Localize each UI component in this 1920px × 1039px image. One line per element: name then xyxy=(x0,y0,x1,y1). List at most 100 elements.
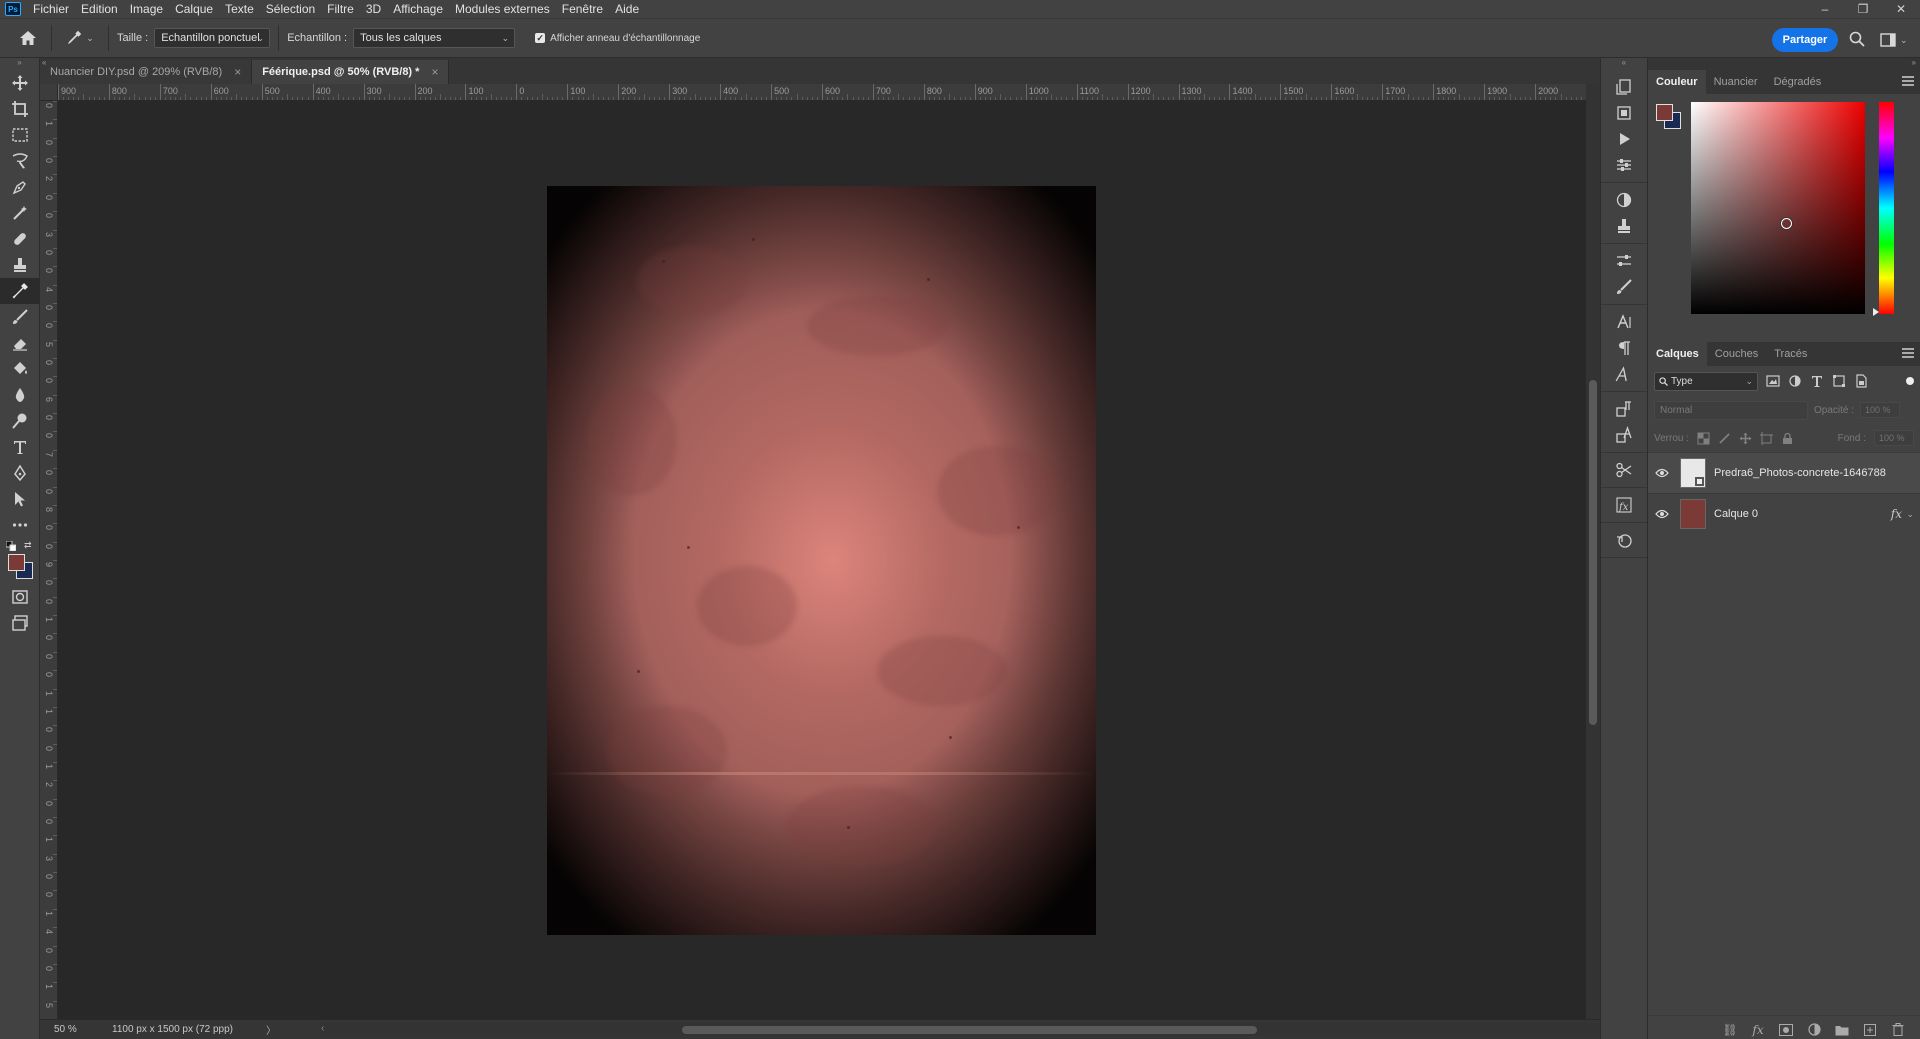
smart-object-filter-icon[interactable] xyxy=(1854,374,1868,388)
horizontal-ruler[interactable]: 900 800 700 600 500 400 300 200 100 0 100 200 300 400… xyxy=(58,84,1586,101)
tab-couleur[interactable]: Couleur xyxy=(1648,70,1706,94)
menu-fichier[interactable]: Fichier xyxy=(27,0,75,18)
layer-filter-type-select[interactable]: Type ⌄ xyxy=(1654,371,1758,391)
quick-mask-button[interactable] xyxy=(0,584,40,610)
adjustment-layer-filter-icon[interactable] xyxy=(1788,374,1802,388)
tool-presets-panel-button[interactable] xyxy=(1601,457,1647,483)
scroll-left-icon[interactable]: ‹ xyxy=(321,1023,324,1034)
opacity-field[interactable]: 100 % xyxy=(1860,402,1901,418)
foreground-color-swatch[interactable] xyxy=(8,554,25,571)
tab-calques[interactable]: Calques xyxy=(1648,342,1707,366)
canvas-area[interactable] xyxy=(58,101,1586,1019)
glyphs-panel-button[interactable] xyxy=(1601,361,1647,387)
dodge-tool[interactable] xyxy=(0,408,40,434)
horizontal-scrollbar[interactable]: ‹ › xyxy=(320,1023,1620,1036)
eyedropper-tool[interactable] xyxy=(0,278,40,304)
vertical-ruler[interactable]: 0 1 0 0 2 0 0 3 0 0 4 0 0 5 0 0 6 0 0 7 0 0 8 0 0 9 0 0 1 0 0 0 1 1 0 0 1 2 0 0… xyxy=(40,101,58,1019)
visibility-toggle[interactable] xyxy=(1648,468,1676,478)
pen-selection-tool[interactable] xyxy=(0,174,40,200)
character-panel-button[interactable] xyxy=(1601,309,1647,335)
menu-filtre[interactable]: Filtre xyxy=(321,0,360,18)
menu-3d[interactable]: 3D xyxy=(360,0,387,18)
magic-wand-tool[interactable] xyxy=(0,200,40,226)
delete-layer-icon[interactable] xyxy=(1890,1022,1906,1038)
lock-position-icon[interactable] xyxy=(1739,432,1752,445)
tab-nuancier[interactable]: Nuancier xyxy=(1706,70,1766,94)
screen-mode-button[interactable] xyxy=(0,610,40,636)
show-sampling-ring-option[interactable]: ✓ Afficher anneau d'échantillonnage xyxy=(535,33,700,44)
brush-settings-panel-button[interactable] xyxy=(1601,248,1647,274)
styles-panel-button[interactable]: fx xyxy=(1601,492,1647,518)
vertical-scrollbar-thumb[interactable] xyxy=(1589,380,1597,725)
type-tool[interactable] xyxy=(0,434,40,460)
menu-edition[interactable]: Edition xyxy=(75,0,124,18)
close-icon[interactable]: × xyxy=(234,65,241,79)
ruler-origin[interactable] xyxy=(40,84,58,101)
minimize-button[interactable]: – xyxy=(1806,0,1844,18)
layer-row[interactable]: Predra6_Photos-concrete-1646788 xyxy=(1648,452,1920,493)
pen-tool[interactable] xyxy=(0,460,40,486)
filter-toggle[interactable] xyxy=(1906,377,1914,385)
sample-size-select[interactable]: Echantillon ponctuel ⌄ xyxy=(154,28,271,48)
link-layers-icon[interactable]: ⛓ xyxy=(1722,1022,1738,1038)
learn-panel-button[interactable] xyxy=(1601,527,1647,553)
search-button[interactable] xyxy=(1848,30,1868,50)
paragraph-styles-panel-button[interactable] xyxy=(1601,396,1647,422)
paint-bucket-tool[interactable] xyxy=(0,356,40,382)
chevron-down-icon[interactable]: ⌄ xyxy=(1906,509,1914,520)
status-menu-arrow-icon[interactable]: 〉 xyxy=(266,1022,276,1037)
clone-source-panel-button[interactable] xyxy=(1601,213,1647,239)
healing-brush-tool[interactable] xyxy=(0,226,40,252)
close-icon[interactable]: × xyxy=(431,65,438,79)
marquee-tool[interactable] xyxy=(0,122,40,148)
blend-mode-select[interactable]: Normal xyxy=(1654,400,1808,420)
lock-artboard-icon[interactable] xyxy=(1760,431,1774,445)
layer-row[interactable]: Calque 0 fx ⌄ xyxy=(1648,493,1920,534)
collapse-toolbar-icon[interactable]: » xyxy=(0,58,39,70)
menu-modules-externes[interactable]: Modules externes xyxy=(449,0,556,18)
horizontal-scrollbar-thumb[interactable] xyxy=(682,1026,1257,1034)
brushes-panel-button[interactable] xyxy=(1601,274,1647,300)
home-button[interactable] xyxy=(13,23,43,53)
tool-preset-picker[interactable]: ⌄ xyxy=(60,25,100,51)
blur-tool[interactable] xyxy=(0,382,40,408)
workspace-switcher[interactable]: ⌄ xyxy=(1880,31,1910,49)
tab-nuancier-diy[interactable]: Nuancier DIY.psd @ 209% (RVB/8) × xyxy=(40,60,253,84)
close-button[interactable]: ✕ xyxy=(1882,0,1920,18)
color-picker-ring[interactable] xyxy=(1781,218,1792,229)
tab-traces[interactable]: Tracés xyxy=(1766,342,1815,366)
share-button[interactable]: Partager xyxy=(1772,28,1838,52)
menu-affichage[interactable]: Affichage xyxy=(387,0,449,18)
move-tool[interactable] xyxy=(0,70,40,96)
brush-tool[interactable] xyxy=(0,304,40,330)
menu-fenetre[interactable]: Fenêtre xyxy=(556,0,609,18)
collapse-icon[interactable]: » xyxy=(1648,58,1920,70)
more-tools[interactable] xyxy=(0,512,40,538)
hue-slider-marker[interactable] xyxy=(1873,308,1879,316)
menu-aide[interactable]: Aide xyxy=(609,0,645,18)
panel-menu-icon[interactable] xyxy=(1902,348,1914,358)
vertical-scrollbar[interactable] xyxy=(1586,84,1600,1019)
color-field[interactable] xyxy=(1691,102,1865,314)
tab-couches[interactable]: Couches xyxy=(1707,342,1766,366)
adjustments-panel-button[interactable] xyxy=(1601,187,1647,213)
visibility-toggle[interactable] xyxy=(1648,509,1676,519)
panel-menu-icon[interactable] xyxy=(1902,76,1914,86)
restore-button[interactable]: ❐ xyxy=(1844,0,1882,18)
swap-colors-icon[interactable]: ⇄ xyxy=(24,540,32,551)
crop-tool[interactable] xyxy=(0,96,40,122)
default-colors-icon[interactable] xyxy=(6,541,16,551)
menu-image[interactable]: Image xyxy=(124,0,169,18)
pixel-layer-filter-icon[interactable] xyxy=(1766,374,1780,388)
show-sampling-ring-checkbox[interactable]: ✓ xyxy=(535,33,546,43)
history-panel-button[interactable] xyxy=(1601,74,1647,100)
foreground-color-swatch[interactable] xyxy=(1656,104,1673,121)
menu-selection[interactable]: Sélection xyxy=(260,0,321,18)
character-styles-panel-button[interactable] xyxy=(1601,422,1647,448)
tab-degrades[interactable]: Dégradés xyxy=(1766,70,1830,94)
lock-all-icon[interactable] xyxy=(1781,432,1794,445)
paragraph-panel-button[interactable] xyxy=(1601,335,1647,361)
actions-panel-button[interactable] xyxy=(1601,126,1647,152)
layer-effects-badge[interactable]: fx xyxy=(1891,507,1902,521)
clone-stamp-tool[interactable] xyxy=(0,252,40,278)
